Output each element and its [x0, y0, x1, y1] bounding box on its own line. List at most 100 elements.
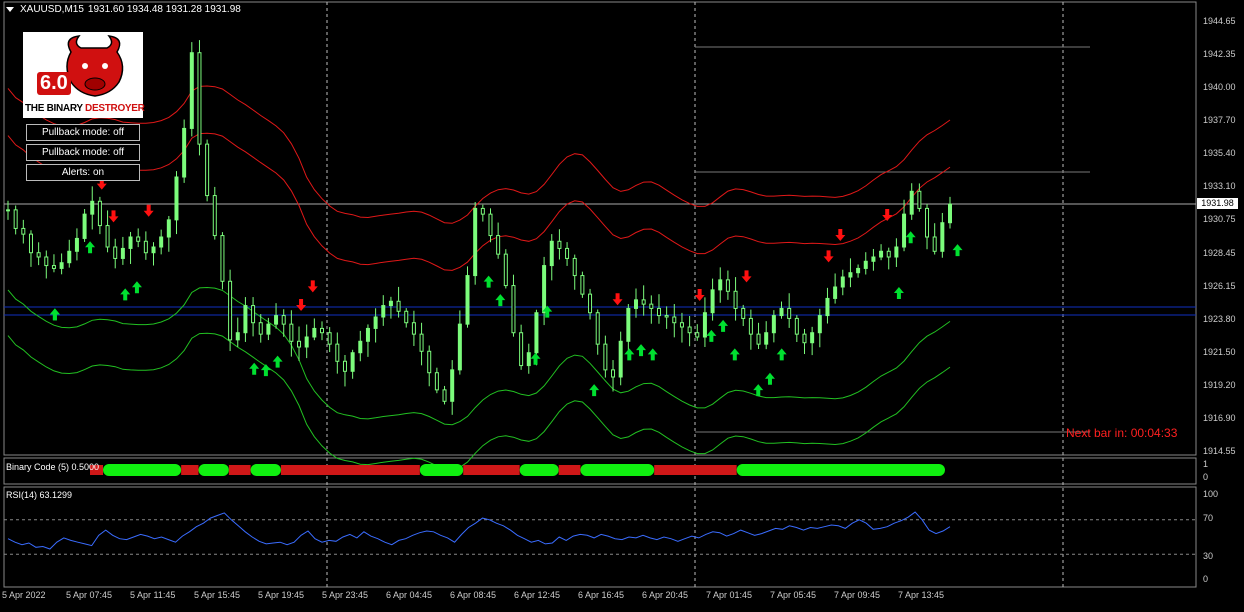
candle-body	[358, 340, 363, 354]
candle-body	[565, 247, 570, 259]
dropdown-triangle-icon[interactable]	[6, 7, 14, 12]
candle-body	[917, 190, 922, 209]
rsi-label: RSI(14) 63.1299	[6, 490, 73, 500]
x-tick-label: 5 Apr 11:45	[130, 590, 176, 600]
x-tick-label: 6 Apr 16:45	[578, 590, 625, 600]
candle-body	[166, 219, 171, 238]
rsi-tick-label: 70	[1203, 513, 1214, 523]
candle-body	[404, 310, 409, 324]
buy-arrow-icon	[893, 287, 904, 299]
candle-body	[6, 209, 10, 212]
candle-body	[82, 213, 87, 239]
logo-text: THE BINARY DESTROYER	[25, 103, 145, 114]
candle-body	[488, 213, 493, 237]
sell-arrow-icon	[143, 204, 154, 217]
candle-body	[634, 299, 638, 309]
candle-body	[641, 299, 646, 305]
rsi-tick-label: 100	[1203, 489, 1219, 499]
pullback-mode-button-1[interactable]: Pullback mode: off	[26, 124, 140, 141]
candle-body	[450, 369, 455, 402]
buy-arrow-icon	[776, 348, 787, 361]
candle-body	[411, 322, 416, 335]
rsi-tick-label: 30	[1203, 551, 1214, 561]
candle-body	[274, 315, 279, 325]
buy-arrow-icon	[647, 348, 658, 361]
x-tick-label: 5 Apr 15:45	[194, 590, 241, 600]
candle-body	[304, 336, 309, 348]
candle-body	[197, 52, 202, 145]
buy-arrow-icon	[530, 352, 541, 365]
candle-body	[840, 276, 845, 288]
binary-destroyer-logo: 6.0 THE BINARY DESTROYER	[23, 32, 145, 118]
candle-body	[886, 250, 891, 258]
binary-code-red-segment	[654, 465, 737, 475]
x-tick-label: 7 Apr 13:45	[898, 590, 945, 600]
binary-code-green-segment	[103, 464, 182, 476]
candle-body	[902, 213, 907, 248]
buy-arrow-icon	[589, 384, 600, 397]
candle-body	[534, 312, 539, 354]
candle-body	[756, 333, 761, 345]
binary-code-indicator-panel	[90, 464, 945, 476]
pullback-mode-button-2[interactable]: Pullback mode: off	[26, 144, 140, 161]
candle-body	[925, 207, 930, 238]
candle-body	[266, 323, 271, 335]
candle-body	[350, 352, 355, 372]
x-tick-label: 7 Apr 05:45	[770, 590, 817, 600]
candle-body	[779, 307, 784, 317]
sell-arrow-icon	[835, 229, 846, 241]
current-price-tag: 1931.98	[1197, 198, 1238, 209]
candle-body	[442, 389, 447, 402]
candle-body	[13, 209, 18, 229]
binary-code-tick-label: 0	[1203, 472, 1209, 482]
x-tick-label: 5 Apr 2022	[2, 590, 46, 600]
grid-lines	[3, 1, 1197, 588]
y-tick-label: 1935.40	[1203, 148, 1236, 159]
candle-body	[465, 275, 470, 325]
x-tick-label: 5 Apr 23:45	[322, 590, 369, 600]
sell-arrow-icon	[823, 250, 834, 263]
alerts-button[interactable]: Alerts: on	[26, 164, 140, 181]
candle-body	[143, 240, 148, 254]
lower-band-inner	[7, 286, 951, 426]
y-tick-label: 1919.20	[1203, 379, 1236, 390]
y-tick-label: 1937.70	[1203, 115, 1236, 126]
candle-body	[159, 236, 164, 248]
binary-code-green-segment	[419, 464, 464, 476]
candle-body	[672, 316, 677, 324]
binary-code-label: Binary Code (5) 0.5000	[6, 462, 100, 472]
upper-band-outer	[7, 85, 951, 224]
candle-body	[856, 267, 861, 274]
candle-body	[871, 256, 876, 262]
candle-body	[228, 280, 233, 341]
y-tick-label: 1923.80	[1203, 313, 1236, 324]
buy-arrow-icon	[483, 275, 494, 288]
sell-arrow-icon	[741, 270, 752, 283]
candle-body	[496, 235, 501, 255]
trading-chart[interactable]	[0, 0, 1244, 612]
candle-body	[580, 275, 585, 295]
candle-body	[618, 340, 623, 378]
candle-body	[396, 300, 401, 312]
buy-arrow-icon	[272, 355, 283, 368]
candle-body	[44, 256, 49, 267]
y-tick-label: 1928.45	[1203, 247, 1236, 258]
candle-body	[817, 315, 822, 334]
candle-body	[281, 315, 286, 325]
price-candles	[6, 40, 952, 415]
logo-version: 6.0	[37, 72, 71, 95]
candle-body	[21, 227, 26, 235]
candle-body	[702, 312, 707, 338]
binary-code-red-segment	[181, 465, 199, 475]
candle-body	[879, 250, 884, 258]
candle-body	[59, 262, 64, 269]
candle-body	[90, 200, 95, 215]
candle-body	[733, 290, 738, 309]
candle-body	[549, 240, 554, 267]
candle-body	[212, 195, 217, 237]
candle-body	[741, 307, 746, 319]
candle-body	[748, 317, 753, 335]
buy-arrow-icon	[120, 288, 131, 301]
candle-body	[511, 285, 516, 334]
binary-code-tick-label: 1	[1203, 459, 1209, 469]
